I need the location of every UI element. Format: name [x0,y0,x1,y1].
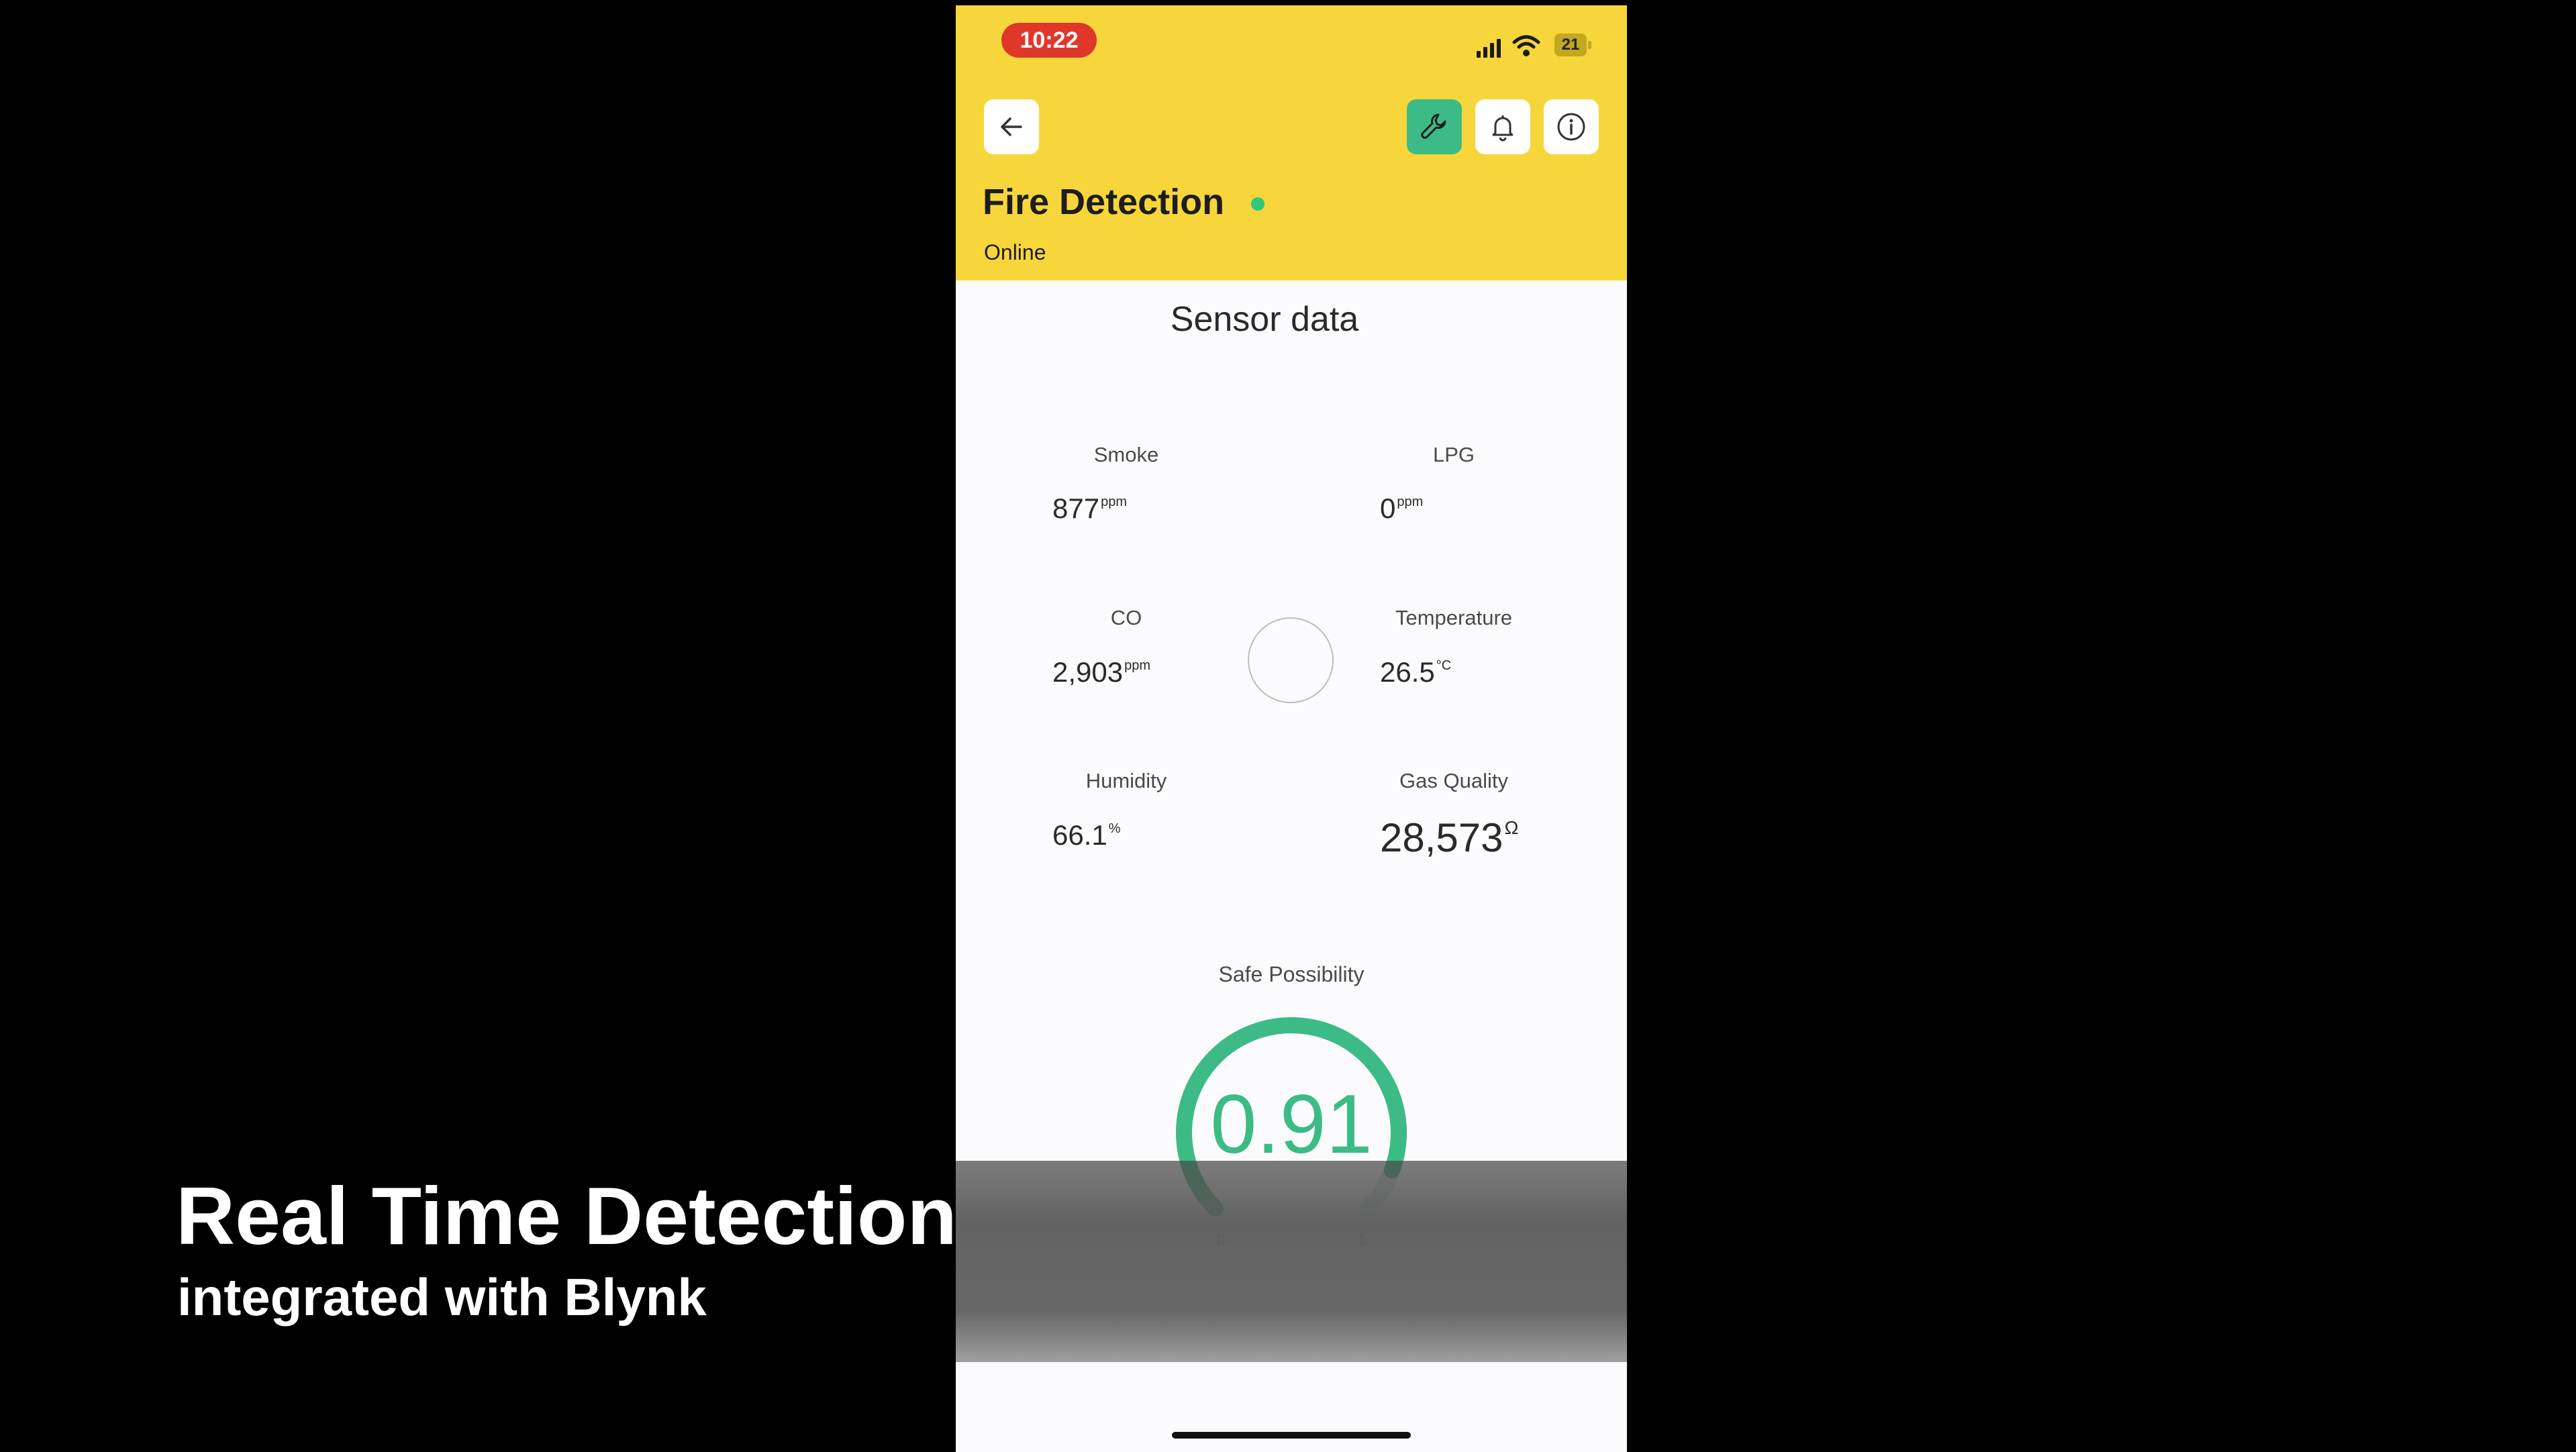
co-value: 2,903 ppm [1052,656,1150,688]
section-title: Sensor data [1170,300,1359,339]
gas-quality-value: 28,573Ω [1380,815,1518,861]
temperature-reading: 26.5 [1380,656,1435,688]
video-frame: 10:22 21 Fire Detection Online Sensor da… [0,0,2576,1452]
humidity-label: Humidity [1085,769,1167,792]
gauge-label: Safe Possibility [1218,962,1365,986]
phone-screen: 10:22 21 Fire Detection Online Sensor da… [956,5,1627,1452]
humidity-unit: % [1108,821,1121,836]
smoke-label: Smoke [1093,443,1159,466]
cellular-signal-icon [1477,39,1501,58]
device-status: Online [984,240,1046,264]
humidity-reading: 66.1 [1052,819,1107,851]
online-status-dot [1251,197,1265,211]
device-settings-button[interactable] [1407,99,1462,154]
center-circle-indicator [1248,617,1334,703]
humidity-value: 66.1% [1052,819,1121,851]
smoke-unit: ppm [1101,495,1127,509]
back-arrow-icon [1001,117,1022,136]
info-button[interactable] [1544,99,1599,154]
smoke-value: 877 ppm [1052,492,1127,525]
lpg-unit: ppm [1397,495,1424,509]
caption-title: Real Time Detection [176,1170,957,1261]
gauge-value: 0.91 [1210,1078,1372,1171]
caption-backdrop [956,1161,1627,1362]
device-title: Fire Detection [983,182,1225,222]
temperature-label: Temperature [1395,606,1513,629]
smoke-reading: 877 [1052,492,1100,524]
wifi-icon [1512,35,1540,56]
caption-subtitle: integrated with Blynk [177,1267,707,1327]
battery-icon: 21 [1554,34,1593,56]
lpg-label: LPG [1432,443,1475,466]
status-time: 10:22 [1001,23,1097,58]
wrench-icon [1421,113,1446,139]
co-reading: 2,903 [1052,656,1124,688]
gas-quality-reading: 28,573 [1380,815,1503,860]
notifications-button[interactable] [1475,99,1530,154]
back-button[interactable] [984,99,1039,154]
temperature-value: 26.5 °C [1380,656,1451,688]
temperature-unit: °C [1436,658,1452,673]
co-unit: ppm [1124,658,1151,673]
co-label: CO [1110,606,1142,629]
device-header: 10:22 21 Fire Detection Online [956,5,1627,280]
lpg-value: 0 ppm [1380,492,1423,525]
battery-level: 21 [1554,34,1587,56]
bell-icon [1492,115,1514,142]
info-icon [1557,113,1585,141]
gas-quality-unit: Ω [1504,817,1519,838]
home-indicator[interactable] [1172,1432,1411,1439]
lpg-reading: 0 [1380,492,1396,524]
battery-tip [1588,41,1591,49]
gas-quality-label: Gas Quality [1399,769,1508,792]
